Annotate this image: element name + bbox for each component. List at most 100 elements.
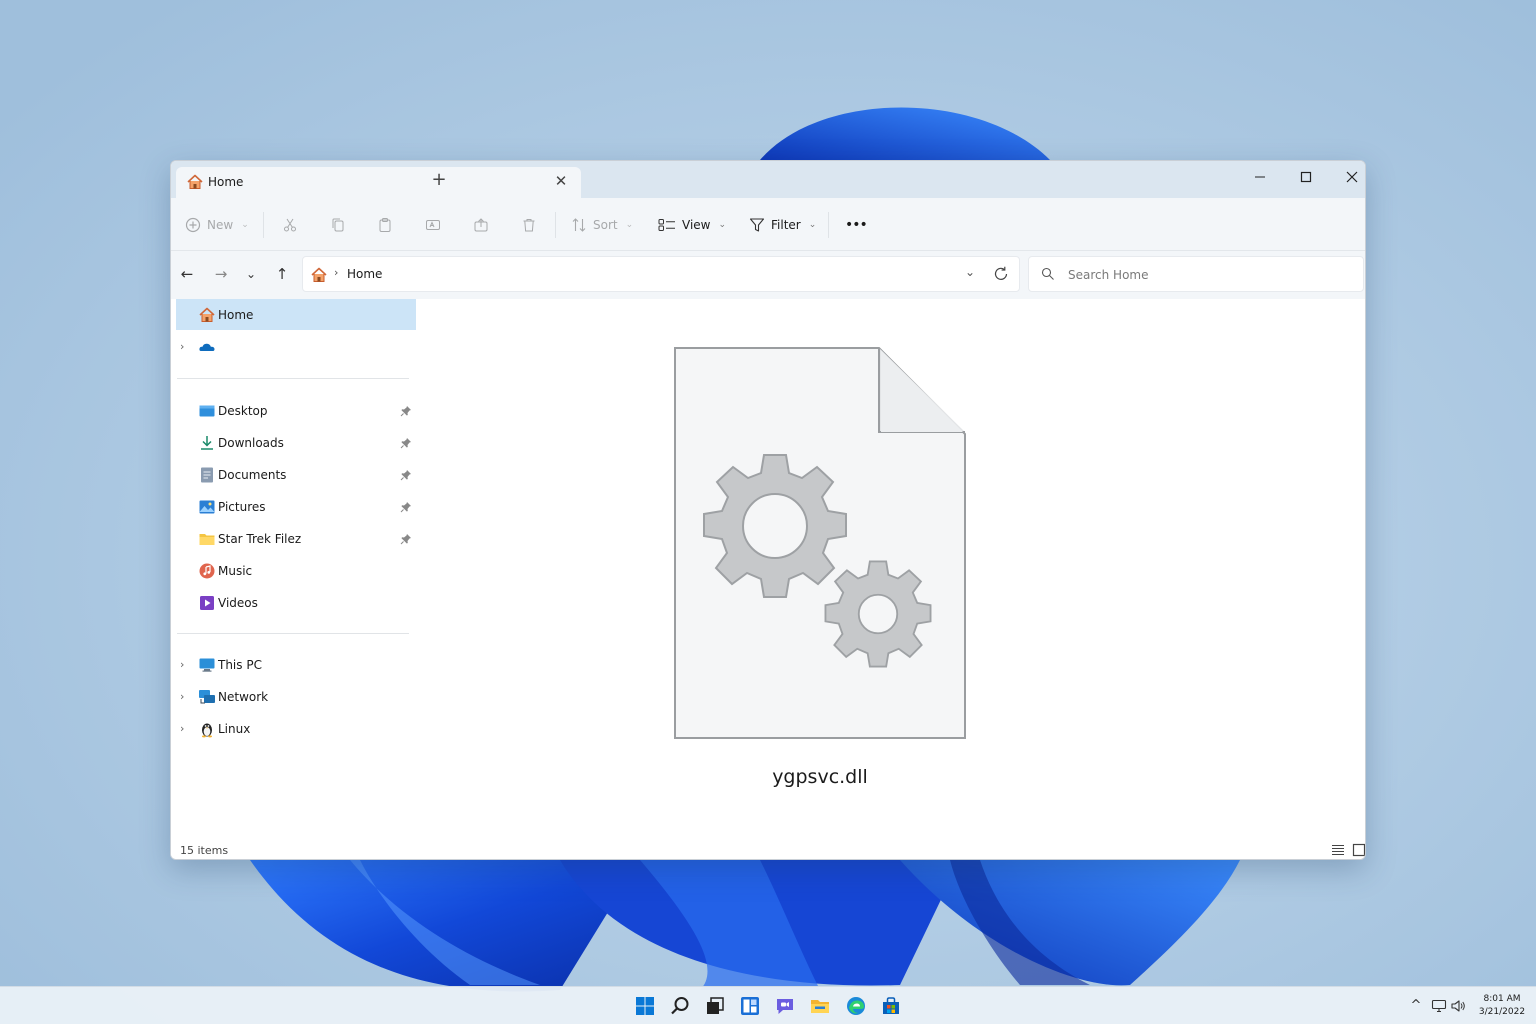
- file-name-label[interactable]: ygpsvc.dll: [673, 766, 967, 788]
- onedrive-cloud-icon: [199, 343, 215, 351]
- delete-button[interactable]: [521, 212, 537, 238]
- pin-icon: [400, 405, 411, 416]
- tab-home[interactable]: Home ✕: [176, 167, 581, 198]
- recent-locations-button[interactable]: ⌄: [240, 263, 262, 285]
- cut-button[interactable]: [282, 212, 298, 238]
- music-icon: [199, 563, 215, 578]
- network-status-icon[interactable]: [1431, 998, 1447, 1014]
- microsoft-store-icon[interactable]: [880, 995, 902, 1017]
- home-icon: [199, 307, 215, 322]
- home-icon: [187, 174, 203, 189]
- edge-browser-icon[interactable]: [845, 995, 867, 1017]
- expand-chevron-icon[interactable]: ›: [180, 722, 184, 735]
- sidebar-item-linux[interactable]: › Linux: [176, 713, 416, 744]
- downloads-icon: [201, 435, 213, 450]
- sidebar-item-label: Music: [218, 563, 253, 578]
- chevron-down-icon: ⌄: [625, 220, 634, 230]
- sidebar-item-star-trek-filez[interactable]: Star Trek Filez: [176, 523, 416, 554]
- sidebar-item-this-pc[interactable]: › This PC: [176, 649, 416, 680]
- breadcrumb-home[interactable]: Home: [347, 267, 382, 281]
- more-options-icon: •••: [845, 217, 868, 233]
- sidebar-item-label: Videos: [218, 595, 258, 610]
- new-button[interactable]: New ⌄: [185, 212, 249, 238]
- forward-button[interactable]: →: [210, 263, 232, 285]
- more-options-button[interactable]: •••: [845, 212, 868, 238]
- sidebar-item-downloads[interactable]: Downloads: [176, 427, 416, 458]
- maximize-button[interactable]: [1283, 161, 1329, 193]
- taskbar: ^ 8:01 AM 3/21/2022: [0, 986, 1536, 1024]
- task-view-icon[interactable]: [704, 995, 726, 1017]
- linux-penguin-icon: [202, 723, 212, 737]
- start-windows-icon[interactable]: [634, 995, 656, 1017]
- sidebar-item-label: Downloads: [218, 435, 284, 450]
- share-icon: [474, 218, 488, 232]
- rename-icon: [426, 220, 440, 230]
- filter-button[interactable]: Filter ⌄: [749, 212, 816, 238]
- address-bar[interactable]: › Home ⌄: [302, 256, 1020, 292]
- filter-icon: [749, 218, 765, 232]
- plus-circle-icon: [185, 217, 201, 233]
- sidebar-item-music[interactable]: Music: [176, 555, 416, 586]
- small-gear-icon: [824, 560, 932, 668]
- minimize-icon: [1255, 176, 1265, 178]
- command-bar: New ⌄ Sort ⌄ View ⌄ Filter ⌄ •••: [171, 198, 1365, 251]
- new-button-label: New: [207, 218, 234, 232]
- clock-time: 8:01 AM: [1483, 994, 1521, 1004]
- sidebar-item-label: Documents: [218, 467, 287, 482]
- sidebar-item-onedrive[interactable]: ›: [176, 331, 416, 362]
- sidebar-item-videos[interactable]: Videos: [176, 587, 416, 618]
- tab-close-button[interactable]: ✕: [553, 172, 569, 190]
- navigation-pane: Home › Desktop Downloads Documents Pictu…: [171, 299, 417, 839]
- navigation-row: ← → ⌄ ↑ › Home ⌄ Search Home: [171, 251, 1365, 299]
- sidebar-item-network[interactable]: › Network: [176, 681, 416, 712]
- close-icon: [1346, 171, 1358, 183]
- sidebar-divider: [177, 633, 409, 634]
- pin-icon: [400, 437, 411, 448]
- chevron-down-icon: ⌄: [718, 220, 727, 230]
- sidebar-item-documents[interactable]: Documents: [176, 459, 416, 490]
- sidebar-item-desktop[interactable]: Desktop: [176, 395, 416, 426]
- filter-button-label: Filter: [771, 218, 801, 232]
- rename-button[interactable]: [425, 212, 441, 238]
- new-tab-button[interactable]: +: [429, 169, 449, 190]
- share-button[interactable]: [473, 212, 489, 238]
- tiles-view-icon[interactable]: [1352, 843, 1366, 857]
- file-explorer-window: Home ✕ + New ⌄ Sort ⌄ View ⌄ Filter ⌄ ••…: [170, 160, 1366, 860]
- copy-icon: [332, 218, 344, 232]
- close-window-button[interactable]: [1329, 161, 1365, 193]
- widgets-icon[interactable]: [739, 995, 761, 1017]
- file-explorer-icon[interactable]: [809, 995, 831, 1017]
- search-box[interactable]: Search Home: [1028, 256, 1364, 292]
- back-button[interactable]: ←: [176, 263, 198, 285]
- chevron-down-icon: ⌄: [241, 220, 249, 230]
- sort-button[interactable]: Sort ⌄: [571, 212, 633, 238]
- chat-icon[interactable]: [774, 995, 796, 1017]
- copy-button[interactable]: [330, 212, 346, 238]
- details-view-icon[interactable]: [1331, 843, 1345, 857]
- sidebar-item-label: Pictures: [218, 499, 266, 514]
- show-hidden-icons-button[interactable]: ^: [1408, 998, 1424, 1014]
- search-input[interactable]: Search Home: [1068, 268, 1148, 282]
- expand-chevron-icon[interactable]: ›: [180, 658, 184, 671]
- view-button[interactable]: View ⌄: [658, 212, 726, 238]
- sidebar-item-label: This PC: [218, 657, 262, 672]
- system-clock[interactable]: 8:01 AM 3/21/2022: [1474, 993, 1530, 1019]
- minimize-button[interactable]: [1237, 161, 1283, 193]
- sidebar-item-label: Desktop: [218, 403, 268, 418]
- up-button[interactable]: ↑: [271, 263, 293, 285]
- sidebar-item-label: Network: [218, 689, 269, 704]
- refresh-icon[interactable]: [991, 264, 1011, 284]
- address-dropdown-button[interactable]: ⌄: [965, 265, 975, 279]
- sidebar-item-home[interactable]: Home: [176, 299, 416, 330]
- breadcrumb-separator-icon: ›: [334, 266, 339, 279]
- volume-icon[interactable]: [1450, 998, 1466, 1014]
- expand-chevron-icon[interactable]: ›: [180, 340, 184, 353]
- sidebar-item-pictures[interactable]: Pictures: [176, 491, 416, 522]
- file-content-area: ygpsvc.dll: [417, 299, 1365, 839]
- search-icon: [1041, 267, 1054, 280]
- paste-button[interactable]: [377, 212, 393, 238]
- view-layout-icon: [658, 219, 675, 231]
- dll-file-icon[interactable]: [673, 346, 967, 740]
- expand-chevron-icon[interactable]: ›: [180, 690, 184, 703]
- search-icon[interactable]: [669, 995, 691, 1017]
